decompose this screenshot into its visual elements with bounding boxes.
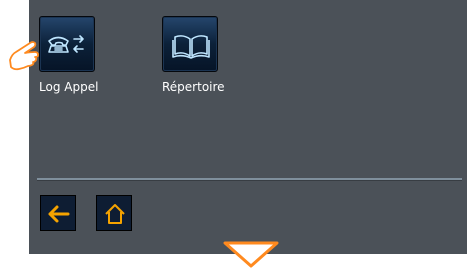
back-button[interactable] [40, 195, 76, 231]
phone-transfer-icon [48, 35, 84, 53]
pointing-hand-icon [9, 41, 39, 71]
repertoire-button[interactable] [162, 16, 218, 72]
scroll-down-triangle-icon[interactable] [222, 240, 280, 268]
back-arrow-icon [48, 205, 70, 223]
divider-shadow [37, 180, 462, 181]
home-button[interactable] [96, 195, 132, 231]
device-screen: Log Appel Répertoire [29, 0, 467, 254]
open-book-icon [172, 35, 210, 59]
repertoire-label: Répertoire [162, 80, 225, 94]
home-icon [105, 204, 125, 224]
